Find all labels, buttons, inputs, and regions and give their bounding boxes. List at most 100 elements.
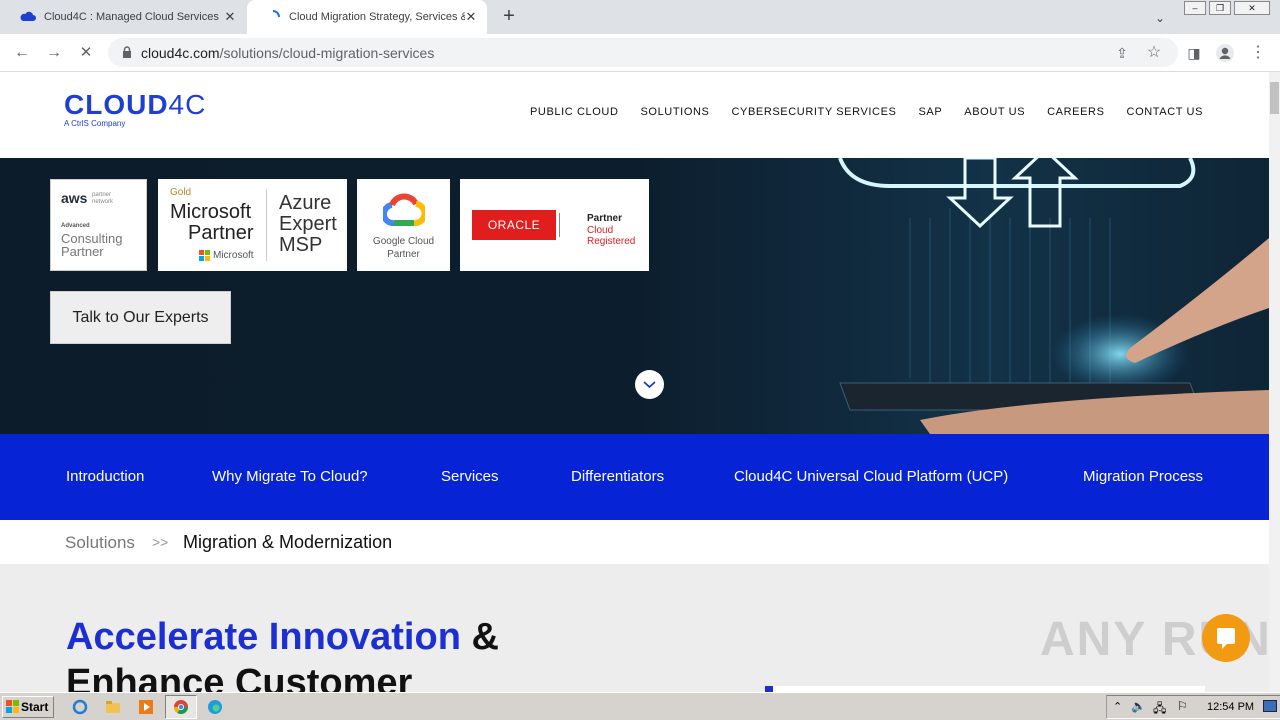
bookmark-star-icon[interactable]: ☆ bbox=[1144, 43, 1164, 63]
url-path: /solutions/cloud-migration-services bbox=[219, 45, 435, 61]
loading-spinner-icon bbox=[272, 10, 280, 18]
section-link-migration-process[interactable]: Migration Process bbox=[1083, 468, 1203, 485]
url-text[interactable]: cloud4c.com/solutions/cloud-migration-se… bbox=[141, 45, 434, 61]
browser-menu-icon[interactable]: ⋮ bbox=[1248, 43, 1268, 63]
azure-line3: MSP bbox=[279, 234, 323, 256]
microsoft-partner-badge: Gold Microsoft Partner Microsoft Azure E… bbox=[158, 179, 347, 271]
aws-logo-text: aws bbox=[61, 190, 88, 206]
system-tray: ⌃ 🔈 🖧 ⚐ 12:54 PM bbox=[1106, 695, 1280, 719]
azure-line1: Azure bbox=[279, 192, 332, 214]
azure-line2: Expert bbox=[279, 213, 337, 235]
oracle-cloud-registered: Cloud Registered bbox=[587, 225, 636, 247]
page-scrollbar[interactable] bbox=[1269, 72, 1280, 692]
tab-search-icon[interactable]: ⌄ bbox=[1150, 8, 1170, 28]
hero-banner: aws partner network Advanced Consulting … bbox=[0, 158, 1269, 434]
nav-about-us[interactable]: ABOUT US bbox=[964, 106, 1025, 118]
section-link-ucp[interactable]: Cloud4C Universal Cloud Platform (UCP) bbox=[734, 468, 1008, 485]
stop-loading-icon[interactable]: ✕ bbox=[76, 43, 96, 63]
start-label: Start bbox=[21, 700, 49, 714]
browser-toolbar: ← → ✕ cloud4c.com/solutions/cloud-migrat… bbox=[0, 34, 1280, 72]
chrome-taskbar-button[interactable] bbox=[165, 695, 197, 719]
volume-icon[interactable]: 🔈 bbox=[1131, 699, 1146, 713]
address-bar[interactable]: cloud4c.com/solutions/cloud-migration-se… bbox=[108, 38, 1178, 67]
tray-expand-icon[interactable]: ⌃ bbox=[1113, 700, 1122, 713]
file-explorer-icon[interactable] bbox=[105, 699, 121, 715]
headline-highlight: Accelerate Innovation bbox=[66, 616, 461, 658]
section-link-why-migrate[interactable]: Why Migrate To Cloud? bbox=[212, 468, 368, 485]
aws-tier: Advanced bbox=[61, 223, 90, 229]
show-desktop-icon[interactable] bbox=[1263, 700, 1277, 712]
section-link-services[interactable]: Services bbox=[441, 468, 499, 485]
nav-sap[interactable]: SAP bbox=[918, 106, 942, 118]
tab-cloud4c-home[interactable]: Cloud4C : Managed Cloud Services f ✕ bbox=[2, 0, 246, 34]
nav-cybersecurity-services[interactable]: CYBERSECURITY SERVICES bbox=[731, 106, 896, 118]
chat-icon bbox=[1217, 628, 1235, 649]
back-arrow-icon[interactable]: ← bbox=[12, 43, 32, 63]
close-window-button[interactable]: ✕ bbox=[1234, 1, 1270, 15]
tab-title: Cloud4C : Managed Cloud Services f bbox=[44, 11, 220, 23]
tab-title: Cloud Migration Strategy, Services & bbox=[289, 11, 465, 23]
ms-vendor: Microsoft bbox=[213, 250, 254, 261]
breadcrumb: Solutions >> Migration & Modernization bbox=[0, 520, 1269, 564]
ms-tier: Gold bbox=[170, 187, 192, 198]
nav-careers[interactable]: CAREERS bbox=[1047, 106, 1104, 118]
tab-cloud-migration[interactable]: Cloud Migration Strategy, Services & ✕ bbox=[247, 0, 487, 34]
google-cloud-partner-badge: Google Cloud Partner bbox=[357, 179, 450, 271]
network-icon[interactable]: 🖧 bbox=[1153, 699, 1166, 720]
tab-strip: Cloud4C : Managed Cloud Services f ✕ Clo… bbox=[0, 0, 1280, 34]
google-line2: Partner bbox=[387, 249, 420, 260]
aws-network-text: partner network bbox=[92, 192, 114, 205]
oracle-logo: ORACLE bbox=[472, 210, 556, 240]
profile-avatar-icon[interactable] bbox=[1215, 43, 1235, 63]
nav-contact-us[interactable]: CONTACT US bbox=[1127, 106, 1204, 118]
logo-text: CLOUD bbox=[64, 89, 169, 120]
section-navigation: Introduction Why Migrate To Cloud? Servi… bbox=[0, 434, 1269, 520]
close-tab-icon[interactable]: ✕ bbox=[222, 9, 238, 25]
action-center-flag-icon[interactable]: ⚐ bbox=[1177, 699, 1188, 713]
cloud4c-favicon-icon bbox=[20, 11, 36, 21]
edge-icon[interactable] bbox=[207, 699, 223, 715]
oracle-divider bbox=[559, 213, 560, 237]
headline-line2: Enhance Customer bbox=[66, 662, 413, 692]
breadcrumb-current: Migration & Modernization bbox=[183, 532, 393, 552]
ms-divider bbox=[266, 189, 267, 261]
internet-explorer-icon[interactable] bbox=[72, 699, 88, 715]
azure-expert-msp: Azure Expert MSP bbox=[279, 193, 337, 256]
breadcrumb-solutions[interactable]: Solutions bbox=[65, 533, 135, 553]
minimize-window-button[interactable]: – bbox=[1184, 1, 1206, 15]
taskbar-clock[interactable]: 12:54 PM bbox=[1207, 701, 1254, 713]
new-tab-button[interactable]: + bbox=[497, 5, 521, 29]
main-navigation: PUBLIC CLOUD SOLUTIONS CYBERSECURITY SER… bbox=[530, 106, 1225, 118]
cloud-migration-illustration bbox=[838, 158, 1269, 434]
windows-logo-icon bbox=[6, 700, 19, 713]
aws-partner-badge: aws partner network Advanced Consulting … bbox=[50, 179, 147, 271]
site-header: CLOUD4C A CtrlS Company PUBLIC CLOUD SOL… bbox=[0, 72, 1269, 158]
cloud4c-logo[interactable]: CLOUD4C A CtrlS Company bbox=[64, 89, 206, 128]
url-host: cloud4c.com bbox=[141, 45, 220, 61]
side-panel-icon[interactable]: ◨ bbox=[1184, 43, 1204, 63]
section-link-differentiators[interactable]: Differentiators bbox=[571, 468, 664, 485]
talk-to-experts-button[interactable]: Talk to Our Experts bbox=[50, 291, 231, 344]
nav-public-cloud[interactable]: PUBLIC CLOUD bbox=[530, 106, 619, 118]
chat-widget-button[interactable] bbox=[1202, 614, 1250, 662]
restore-window-button[interactable]: ❐ bbox=[1209, 1, 1231, 15]
scrollbar-thumb[interactable] bbox=[1270, 82, 1279, 114]
windows-taskbar: Start ⌃ 🔈 🖧 ⚐ 12:54 PM bbox=[0, 692, 1280, 720]
nav-solutions[interactable]: SOLUTIONS bbox=[641, 106, 710, 118]
section-link-introduction[interactable]: Introduction bbox=[66, 468, 144, 485]
forward-arrow-icon[interactable]: → bbox=[44, 43, 64, 63]
start-button[interactable]: Start bbox=[2, 696, 54, 718]
headline-rest: & bbox=[460, 616, 499, 658]
media-player-icon[interactable] bbox=[138, 699, 154, 715]
ms-line2: Partner bbox=[188, 222, 254, 244]
oracle-partner: Partner bbox=[587, 213, 623, 224]
google-line1: Google Cloud bbox=[372, 236, 435, 247]
share-icon[interactable]: ⇪ bbox=[1112, 43, 1132, 63]
chrome-icon bbox=[174, 700, 188, 714]
aws-partner: Partner bbox=[61, 244, 104, 259]
chevron-down-icon bbox=[643, 381, 656, 389]
lock-icon[interactable] bbox=[120, 45, 134, 59]
scroll-down-button[interactable] bbox=[635, 370, 664, 399]
google-cloud-logo-icon bbox=[383, 193, 425, 227]
close-tab-icon[interactable]: ✕ bbox=[463, 9, 479, 25]
